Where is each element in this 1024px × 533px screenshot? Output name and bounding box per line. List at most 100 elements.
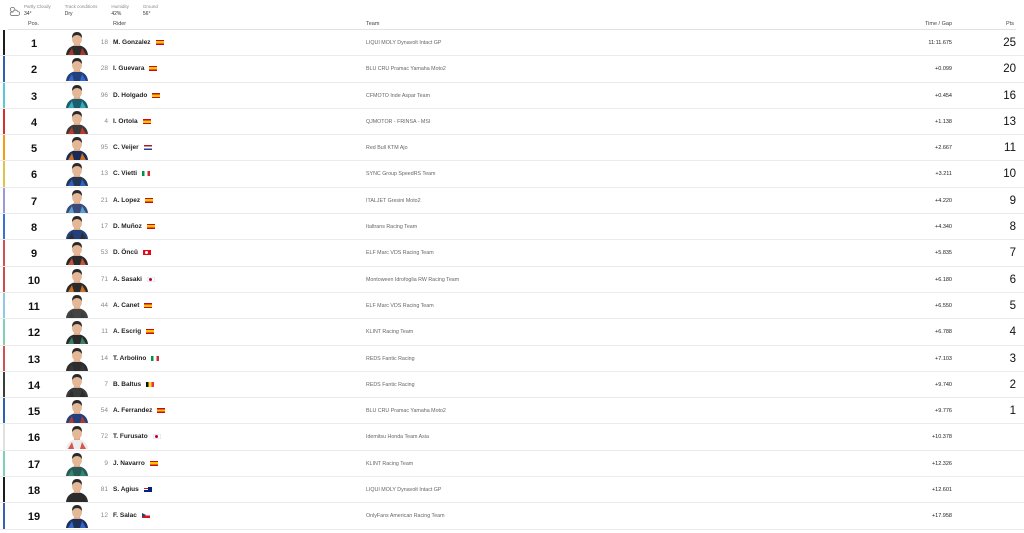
rider-name[interactable]: F. Salac — [113, 512, 137, 519]
rider-name[interactable]: A. Lopez — [113, 197, 140, 204]
rider-number: 12 — [100, 512, 108, 520]
italy-flag-icon — [142, 171, 151, 177]
position-cell: 10 — [27, 274, 41, 287]
rider-cell[interactable]: D. Öncü — [113, 249, 151, 256]
rider-avatar — [64, 241, 90, 266]
rider-cell[interactable]: C. Vietti — [113, 170, 151, 177]
rider-cell[interactable]: I. Guevara — [113, 65, 158, 72]
rider-name[interactable]: D. Holgado — [113, 92, 147, 99]
rider-cell[interactable]: D. Holgado — [113, 92, 161, 99]
rider-name[interactable]: A. Sasaki — [113, 276, 142, 283]
rider-number: 72 — [100, 433, 108, 441]
rider-cell[interactable]: M. Gonzalez — [113, 39, 164, 46]
rider-cell[interactable]: J. Navarro — [113, 460, 158, 467]
rider-avatar — [64, 215, 90, 240]
table-row[interactable]: 12 11 A. Escrig KLINT Racing Team +6.788 4 — [0, 319, 1024, 346]
rider-name[interactable]: A. Ferrandez — [113, 407, 152, 414]
time-gap: +6.550 — [935, 302, 952, 309]
rider-name[interactable]: T. Arbolino — [113, 355, 146, 362]
points: 8 — [1009, 221, 1016, 234]
rider-name[interactable]: A. Canet — [113, 302, 139, 309]
rider-name[interactable]: B. Baltus — [113, 381, 141, 388]
table-row[interactable]: 8 17 D. Muñoz Italtrans Racing Team +4.340 8 — [0, 214, 1024, 241]
time-gap: +4.340 — [935, 224, 952, 231]
spain-flag-icon — [146, 329, 155, 335]
team-color-stripe — [3, 108, 5, 135]
rider-name[interactable]: I. Guevara — [113, 65, 144, 72]
rider-name[interactable]: A. Escrig — [113, 328, 141, 335]
rider-cell[interactable]: C. Veijer — [113, 144, 152, 151]
table-row[interactable]: 10 71 A. Sasaki Montoween Idrofoglia RW Rac… — [0, 266, 1024, 293]
table-row[interactable]: 18 81 S. Agius LIQUI MOLY Dynavolt Intact G… — [0, 477, 1024, 504]
rider-cell[interactable]: A. Lopez — [113, 197, 154, 204]
table-row[interactable]: 3 96 D. Holgado CFMOTO Inde Aspar Team +0.45… — [0, 82, 1024, 109]
rider-name[interactable]: I. Ortola — [113, 118, 138, 125]
rider-cell[interactable]: T. Furusato — [113, 433, 161, 440]
team-name: CFMOTO Inde Aspar Team — [366, 92, 430, 99]
weather-value: 56° — [142, 11, 151, 17]
weather-item: Partly Cloudy 34° — [24, 4, 51, 17]
points: 13 — [1003, 115, 1016, 128]
table-row[interactable]: 5 95 C. Veijer Red Bull KTM Ajo +2.667 11 — [0, 135, 1024, 162]
rider-avatar — [64, 110, 90, 134]
spain-flag-icon — [149, 66, 158, 72]
team-color-stripe — [3, 345, 5, 371]
rider-name[interactable]: T. Furusato — [113, 433, 148, 440]
table-row[interactable]: 11 44 A. Canet ELF Marc VDS Racing Team +6.5… — [0, 292, 1024, 320]
table-row[interactable]: 16 72 T. Furusato Idemitsu Honda Team Asia +… — [0, 424, 1024, 451]
points: 6 — [1009, 273, 1016, 286]
time-gap: +3.211 — [935, 171, 952, 178]
rider-avatar — [64, 399, 90, 424]
rider-number: 28 — [100, 65, 108, 73]
results-table-body: 1 18 M. Gonzalez LIQUI MOLY Dynavolt Intact… — [0, 30, 1024, 530]
table-row[interactable]: 15 54 A. Ferrandez BLU CRU Pramac Yamaha Mo… — [0, 398, 1024, 425]
rider-name[interactable]: D. Muñoz — [113, 223, 142, 230]
rider-avatar — [64, 504, 90, 529]
table-row[interactable]: 14 7 B. Baltus REDS Fantic Racing +9.740 2 — [0, 371, 1024, 399]
table-row[interactable]: 6 13 C. Vietti SYNC Group SpeedRS Team +3.21… — [0, 161, 1024, 188]
header-pts: Pts — [1006, 21, 1014, 27]
table-row[interactable]: 7 21 A. Lopez ITALJET Gresini Moto2 +4.220 9 — [0, 187, 1024, 215]
rider-name[interactable]: S. Agius — [113, 486, 139, 493]
rider-cell[interactable]: T. Arbolino — [113, 355, 160, 362]
time-gap: +5.835 — [935, 250, 952, 257]
rider-name[interactable]: C. Vietti — [113, 170, 137, 177]
rider-cell[interactable]: B. Baltus — [113, 381, 155, 388]
rider-number: 53 — [100, 249, 108, 257]
rider-name[interactable]: C. Veijer — [113, 144, 139, 151]
points: 9 — [1009, 194, 1016, 207]
rider-number: 9 — [104, 459, 108, 467]
position-cell: 5 — [30, 143, 38, 156]
weather-label: Track conditions — [64, 4, 98, 9]
team-name: SYNC Group SpeedRS Team — [366, 171, 436, 178]
rider-avatar — [64, 320, 90, 345]
table-row[interactable]: 9 53 D. Öncü ELF Marc VDS Racing Team +5.835… — [0, 240, 1024, 267]
points: 3 — [1009, 352, 1016, 365]
table-row[interactable]: 17 9 J. Navarro KLINT Racing Team +12.326 — [0, 450, 1024, 478]
rider-avatar — [64, 294, 90, 318]
rider-cell[interactable]: A. Canet — [113, 302, 153, 309]
team-color-stripe — [3, 82, 5, 108]
table-row[interactable]: 1 18 M. Gonzalez LIQUI MOLY Dynavolt Intact… — [0, 30, 1024, 57]
rider-cell[interactable]: A. Ferrandez — [113, 407, 166, 414]
rider-name[interactable]: D. Öncü — [113, 249, 138, 256]
italy-flag-icon — [151, 355, 160, 361]
time-gap: +4.220 — [935, 197, 952, 204]
table-row[interactable]: 19 12 F. Salac OnlyFans American Racing Tea… — [0, 503, 1024, 530]
table-row[interactable]: 4 4 I. Ortola QJMOTOR - FRINSA - MSI +1.138 1… — [0, 108, 1024, 136]
rider-cell[interactable]: I. Ortola — [113, 118, 151, 125]
rider-cell[interactable]: F. Salac — [113, 512, 150, 519]
rider-cell[interactable]: S. Agius — [113, 486, 152, 493]
rider-name[interactable]: M. Gonzalez — [113, 39, 151, 46]
rider-cell[interactable]: D. Muñoz — [113, 223, 155, 230]
rider-number: 96 — [100, 91, 108, 99]
team-color-stripe — [3, 214, 5, 240]
team-color-stripe — [3, 56, 5, 82]
table-row[interactable]: 2 28 I. Guevara BLU CRU Pramac Yamaha Moto2… — [0, 56, 1024, 83]
rider-name[interactable]: J. Navarro — [113, 460, 145, 467]
rider-cell[interactable]: A. Escrig — [113, 328, 155, 335]
rider-cell[interactable]: A. Sasaki — [113, 276, 155, 283]
time-gap: 11:11.675 — [928, 40, 952, 46]
table-row[interactable]: 13 14 T. Arbolino REDS Fantic Racing +7.103 3 — [0, 345, 1024, 372]
rider-avatar — [64, 31, 90, 55]
